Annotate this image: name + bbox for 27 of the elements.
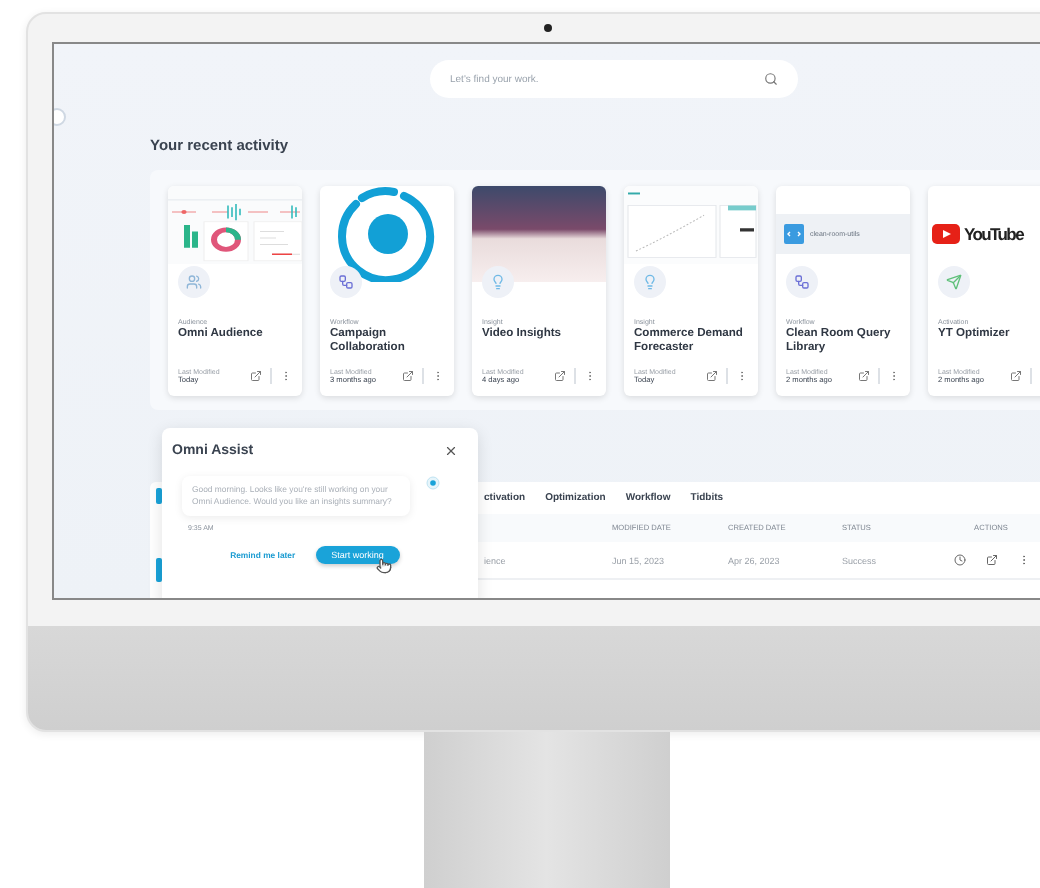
open-icon[interactable] — [858, 370, 870, 382]
row-indicator — [156, 558, 162, 582]
assistant-avatar-icon — [426, 476, 440, 490]
photo-placeholder — [472, 186, 606, 282]
search-icon — [764, 72, 778, 86]
lightbulb-icon — [642, 274, 658, 290]
hand-cursor-icon — [376, 557, 392, 574]
camera-dot — [544, 24, 552, 32]
chart-screenshot-drawing — [624, 186, 758, 264]
clock-icon[interactable] — [953, 554, 965, 566]
close-button[interactable] — [444, 444, 458, 458]
workflow-icon — [794, 274, 810, 290]
play-logo-icon — [932, 224, 960, 244]
open-icon[interactable] — [985, 554, 997, 566]
open-icon[interactable] — [706, 370, 718, 382]
open-icon[interactable] — [402, 370, 414, 382]
lightbulb-icon — [490, 274, 506, 290]
open-icon[interactable] — [1010, 370, 1022, 382]
workflow-icon — [338, 274, 354, 290]
logo-text: YouTube — [964, 224, 1023, 244]
paper-plane-icon — [946, 274, 962, 290]
open-icon[interactable] — [554, 370, 566, 382]
tab-indicator — [156, 488, 162, 504]
open-icon[interactable] — [250, 370, 262, 382]
code-file-icon — [784, 224, 804, 244]
dashboard-drawing — [168, 186, 302, 264]
people-icon — [186, 274, 202, 290]
